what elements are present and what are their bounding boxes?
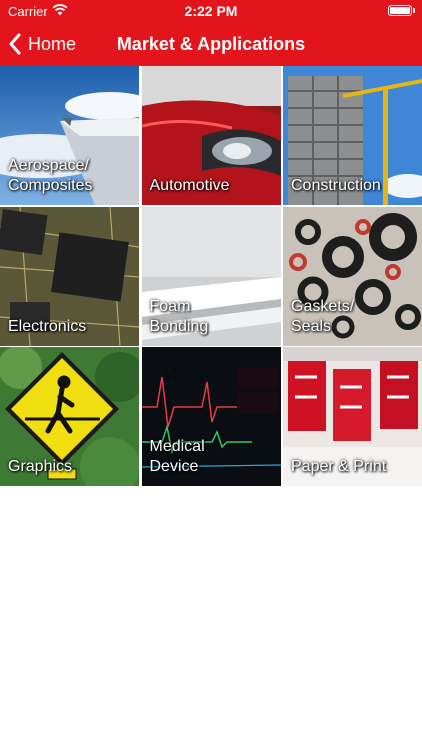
navigation-bar: Home Market & Applications [0,22,422,66]
tile-label: Automotive [149,177,230,194]
status-bar: Carrier 2:22 PM [0,0,422,22]
tile-foam-bonding[interactable]: Foam Bonding [141,206,281,346]
tile-label: Aerospace/ Composites [8,157,93,194]
tile-graphics[interactable]: Graphics [0,347,139,486]
tile-gaskets-seals[interactable]: Gaskets/ Seals [283,206,422,346]
tile-label: Graphics [8,458,73,475]
tile-label: Medical Device [149,438,205,475]
tile-label: Paper & Print [291,458,387,475]
tile-electronics[interactable]: Electronics [0,206,139,346]
clock: 2:22 PM [184,3,238,19]
page-title: Market & Applications [116,34,306,54]
battery-icon [388,5,415,16]
tile-label: Electronics [8,317,87,335]
market-grid: Aerospace/ Composites Automotive Constru… [0,66,422,486]
screen: Carrier 2:22 PM Home Market & Applicatio… [0,0,422,750]
tile-paper-print[interactable]: Paper & Print [283,347,422,486]
tile-construction[interactable]: Construction [283,66,422,205]
tile-automotive[interactable]: Automotive [141,66,281,205]
tile-label: Construction [291,177,381,194]
tile-medical-device[interactable]: Medical Device [141,347,281,486]
tile-aerospace-composites[interactable]: Aerospace/ Composites [0,66,139,205]
tile-label: Gaskets/ Seals [291,297,355,335]
tile-label: Foam Bonding [149,297,209,335]
top-bar: Carrier 2:22 PM Home Market & Applicatio… [0,0,422,66]
